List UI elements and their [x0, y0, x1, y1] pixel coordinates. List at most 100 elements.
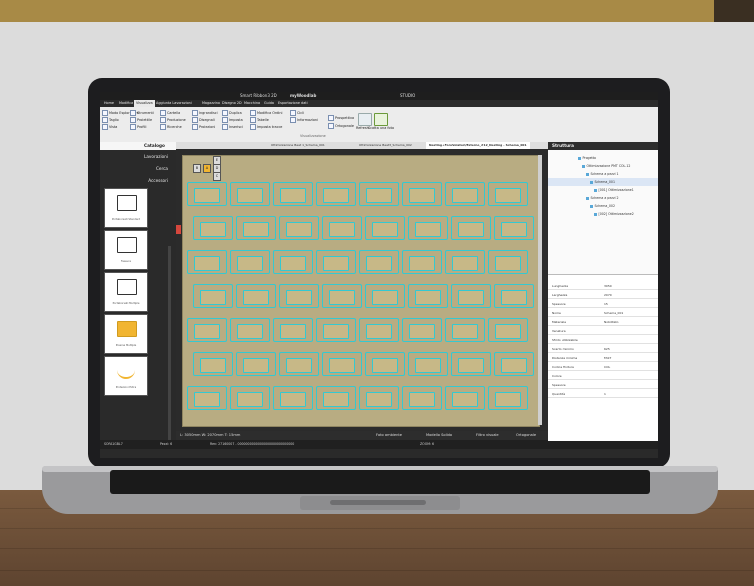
ribbon-item[interactable]: Cicli: [290, 110, 304, 116]
property-row[interactable]: Spessore: [548, 382, 658, 389]
status-filter[interactable]: Filtro visuale: [476, 431, 499, 440]
nested-piece[interactable]: [359, 182, 399, 206]
nested-piece[interactable]: [316, 386, 356, 410]
nested-piece[interactable]: [187, 386, 227, 410]
nested-piece[interactable]: [402, 318, 442, 342]
tree-row[interactable]: Schema_002: [548, 202, 658, 210]
nested-piece[interactable]: [359, 250, 399, 274]
tree-row[interactable]: Ottimizzazione PMT COL.12: [548, 162, 658, 170]
nested-piece[interactable]: [316, 250, 356, 274]
nested-piece[interactable]: [230, 386, 270, 410]
catalog-card[interactable]: Fessura: [104, 230, 148, 270]
nested-piece[interactable]: [279, 352, 319, 376]
ribbon-item[interactable]: Inserisci: [222, 124, 243, 130]
property-row[interactable]: Scarto minimo 625: [548, 346, 658, 353]
property-value[interactable]: COL: [604, 364, 610, 370]
property-row[interactable]: Sfrido utilizzabile: [548, 337, 658, 344]
nested-piece[interactable]: [273, 250, 313, 274]
nested-piece[interactable]: [494, 216, 534, 240]
ribbon-item[interactable]: Informazioni: [290, 117, 318, 123]
camera-icon[interactable]: [374, 113, 388, 126]
ribbon-item[interactable]: Modifica Ordini: [250, 110, 282, 116]
tab-visualizza[interactable]: Visualizza: [134, 100, 155, 107]
tab-aggiunta-lavorazioni[interactable]: Aggiunta Lavorazioni: [154, 100, 194, 107]
tab-macchina[interactable]: Macchina: [242, 100, 262, 107]
nested-piece[interactable]: [322, 284, 362, 308]
nested-piece[interactable]: [230, 182, 270, 206]
ribbon-item[interactable]: Proiettile: [130, 117, 152, 123]
nested-piece[interactable]: [451, 216, 491, 240]
property-row[interactable]: Quantità 1: [548, 391, 658, 398]
nested-piece[interactable]: [193, 284, 233, 308]
property-value[interactable]: 3050: [604, 283, 612, 289]
property-row[interactable]: Larghezza 2070: [548, 292, 658, 299]
nested-piece[interactable]: [488, 182, 528, 206]
grid-cell-c[interactable]: C: [213, 172, 221, 181]
nested-piece[interactable]: [451, 352, 491, 376]
ribbon-item[interactable]: Tabelle: [250, 117, 269, 123]
nested-piece[interactable]: [365, 352, 405, 376]
nested-piece[interactable]: [273, 318, 313, 342]
catalog-scrollbar[interactable]: [168, 246, 171, 458]
nested-piece[interactable]: [230, 250, 270, 274]
property-row[interactable]: Codice finitura COL: [548, 364, 658, 371]
nested-piece[interactable]: [187, 250, 227, 274]
property-value[interactable]: Nobilitato: [604, 319, 619, 325]
orthogonal-button[interactable]: Ortogonale: [328, 123, 354, 129]
tab-magazzino[interactable]: Magazzino: [200, 100, 222, 107]
ribbon-item[interactable]: Cartella: [160, 110, 180, 116]
status-selection[interactable]: Foto ambiente: [376, 431, 402, 440]
ribbon-item[interactable]: Disegnali: [192, 117, 215, 123]
nested-piece[interactable]: [273, 386, 313, 410]
property-row[interactable]: Spessore 15: [548, 301, 658, 308]
catalog-section-accessori[interactable]: Accessori: [100, 176, 176, 186]
grid-cell-a[interactable]: A: [203, 164, 211, 173]
property-value[interactable]: Schema_001: [604, 310, 623, 316]
nested-piece[interactable]: [402, 386, 442, 410]
property-row[interactable]: Distanza minima FAST: [548, 355, 658, 362]
nesting-canvas[interactable]: E D C B A: [176, 149, 548, 431]
nested-piece[interactable]: [402, 250, 442, 274]
nested-piece[interactable]: [359, 318, 399, 342]
catalog-card[interactable]: Presina Multiple: [104, 314, 148, 354]
property-value[interactable]: 1: [604, 391, 606, 397]
tab-home[interactable]: Home: [102, 100, 116, 107]
nested-piece[interactable]: [445, 318, 485, 342]
nested-piece[interactable]: [488, 386, 528, 410]
tree-row[interactable]: Progetto: [548, 154, 658, 162]
catalog-card[interactable]: Protezioni Extra: [104, 356, 148, 396]
nested-piece[interactable]: [445, 386, 485, 410]
property-row[interactable]: Lunghezza 3050: [548, 283, 658, 290]
nested-piece[interactable]: [279, 284, 319, 308]
refresh-icon[interactable]: [358, 113, 372, 126]
nested-piece[interactable]: [279, 216, 319, 240]
catalog-section-lavorazioni[interactable]: Lavorazioni: [100, 152, 176, 162]
tab-guida[interactable]: Guida: [262, 100, 276, 107]
nested-piece[interactable]: [236, 352, 276, 376]
ribbon-item[interactable]: Produzione: [160, 117, 186, 123]
nested-piece[interactable]: [236, 216, 276, 240]
perspective-button[interactable]: Prospettiva: [328, 115, 354, 121]
ribbon-item[interactable]: Taglio: [102, 117, 119, 123]
property-row[interactable]: Materiale Nobilitato: [548, 319, 658, 326]
nested-piece[interactable]: [236, 284, 276, 308]
property-value[interactable]: 2070: [604, 292, 612, 298]
nested-piece[interactable]: [273, 182, 313, 206]
tab-disegno-2d[interactable]: Disegno 2D: [220, 100, 244, 107]
nested-piece[interactable]: [365, 284, 405, 308]
property-value[interactable]: 15: [604, 301, 608, 307]
nested-piece[interactable]: [408, 216, 448, 240]
nested-piece[interactable]: [322, 352, 362, 376]
tree-row-selected[interactable]: Schema_001: [548, 178, 658, 186]
nested-piece[interactable]: [445, 250, 485, 274]
nested-piece[interactable]: [316, 318, 356, 342]
panel-sheet[interactable]: E D C B A: [182, 155, 540, 427]
nested-piece[interactable]: [322, 216, 362, 240]
nested-piece[interactable]: [402, 182, 442, 206]
tree-row[interactable]: Schema a pezzi 2: [548, 194, 658, 202]
nested-piece[interactable]: [230, 318, 270, 342]
ribbon-item[interactable]: Proiezioni: [192, 124, 215, 130]
tree-row[interactable]: [001] Ottimizzazione1: [548, 186, 658, 194]
property-row[interactable]: Colore: [548, 373, 658, 380]
doc-tab[interactable]: Ottimizzazione Baat 1_Schema_001: [268, 142, 328, 149]
